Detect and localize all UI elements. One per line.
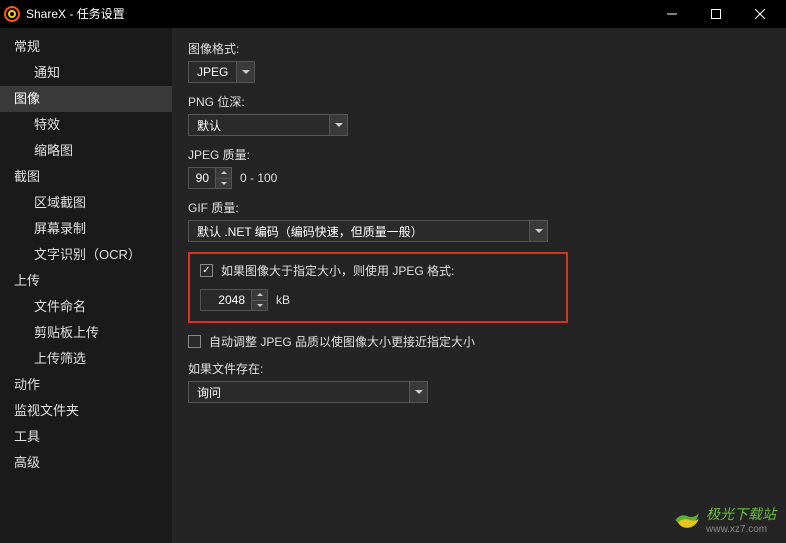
sidebar-item[interactable]: 屏幕录制 (0, 216, 172, 242)
spin-down-icon[interactable] (252, 301, 267, 311)
sidebar-item[interactable]: 图像 (0, 86, 172, 112)
app-icon (4, 6, 20, 22)
watermark-logo-icon (674, 507, 700, 533)
image-format-label: 图像格式: (188, 40, 770, 57)
close-button[interactable] (738, 0, 782, 28)
use-jpeg-checkbox-label: 如果图像大于指定大小，则使用 JPEG 格式: (221, 262, 454, 279)
png-depth-value: 默认 (189, 115, 329, 135)
spin-up-icon[interactable] (216, 168, 231, 179)
jpeg-quality-label: JPEG 质量: (188, 146, 770, 163)
sidebar-item[interactable]: 常规 (0, 34, 172, 60)
auto-adjust-label: 自动调整 JPEG 品质以使图像大小更接近指定大小 (209, 333, 475, 350)
sidebar-item[interactable]: 上传筛选 (0, 346, 172, 372)
size-value: 2048 (201, 290, 251, 310)
chevron-down-icon[interactable] (409, 382, 427, 402)
sidebar-item[interactable]: 通知 (0, 60, 172, 86)
window-controls (650, 0, 782, 28)
file-exists-value: 询问 (189, 382, 409, 402)
sidebar-item[interactable]: 高级 (0, 450, 172, 476)
sidebar-item[interactable]: 监视文件夹 (0, 398, 172, 424)
sidebar: 常规通知图像特效缩略图截图区域截图屏幕录制文字识别（OCR）上传文件命名剪贴板上… (0, 28, 172, 543)
file-exists-select[interactable]: 询问 (188, 381, 428, 403)
minimize-button[interactable] (650, 0, 694, 28)
use-jpeg-checkbox[interactable] (200, 264, 213, 277)
spin-up-icon[interactable] (252, 290, 267, 301)
sidebar-item[interactable]: 上传 (0, 268, 172, 294)
window-title: ShareX - 任务设置 (26, 5, 650, 22)
jpeg-quality-value: 90 (189, 168, 215, 188)
sidebar-item[interactable]: 缩略图 (0, 138, 172, 164)
sidebar-item[interactable]: 区域截图 (0, 190, 172, 216)
watermark: 极光下载站 www.xz7.com (674, 504, 776, 535)
sidebar-item[interactable]: 文件命名 (0, 294, 172, 320)
auto-adjust-checkbox[interactable] (188, 335, 201, 348)
sidebar-item[interactable]: 特效 (0, 112, 172, 138)
jpeg-quality-spinner[interactable]: 90 (188, 167, 232, 189)
sidebar-item[interactable]: 剪贴板上传 (0, 320, 172, 346)
gif-quality-select[interactable]: 默认 .NET 编码（编码快速，但质量一般） (188, 220, 548, 242)
maximize-button[interactable] (694, 0, 738, 28)
file-exists-label: 如果文件存在: (188, 360, 770, 377)
content-panel: 图像格式: JPEG PNG 位深: 默认 JPEG 质量: 90 (172, 28, 786, 543)
png-depth-label: PNG 位深: (188, 93, 770, 110)
gif-quality-label: GIF 质量: (188, 199, 770, 216)
chevron-down-icon[interactable] (329, 115, 347, 135)
sidebar-item[interactable]: 动作 (0, 372, 172, 398)
spin-down-icon[interactable] (216, 179, 231, 189)
size-threshold-spinner[interactable]: 2048 (200, 289, 268, 311)
highlighted-section: 如果图像大于指定大小，则使用 JPEG 格式: 2048 kB (188, 252, 568, 323)
jpeg-quality-range: 0 - 100 (240, 167, 277, 189)
sidebar-item[interactable]: 工具 (0, 424, 172, 450)
image-format-value: JPEG (189, 62, 236, 82)
sidebar-item[interactable]: 截图 (0, 164, 172, 190)
size-unit: kB (276, 289, 290, 311)
watermark-text: 极光下载站 (706, 504, 776, 524)
watermark-url: www.xz7.com (706, 524, 776, 535)
image-format-select[interactable]: JPEG (188, 61, 255, 83)
chevron-down-icon[interactable] (529, 221, 547, 241)
chevron-down-icon[interactable] (236, 62, 254, 82)
png-depth-select[interactable]: 默认 (188, 114, 348, 136)
titlebar: ShareX - 任务设置 (0, 0, 786, 28)
gif-quality-value: 默认 .NET 编码（编码快速，但质量一般） (189, 221, 529, 241)
sidebar-item[interactable]: 文字识别（OCR） (0, 242, 172, 268)
